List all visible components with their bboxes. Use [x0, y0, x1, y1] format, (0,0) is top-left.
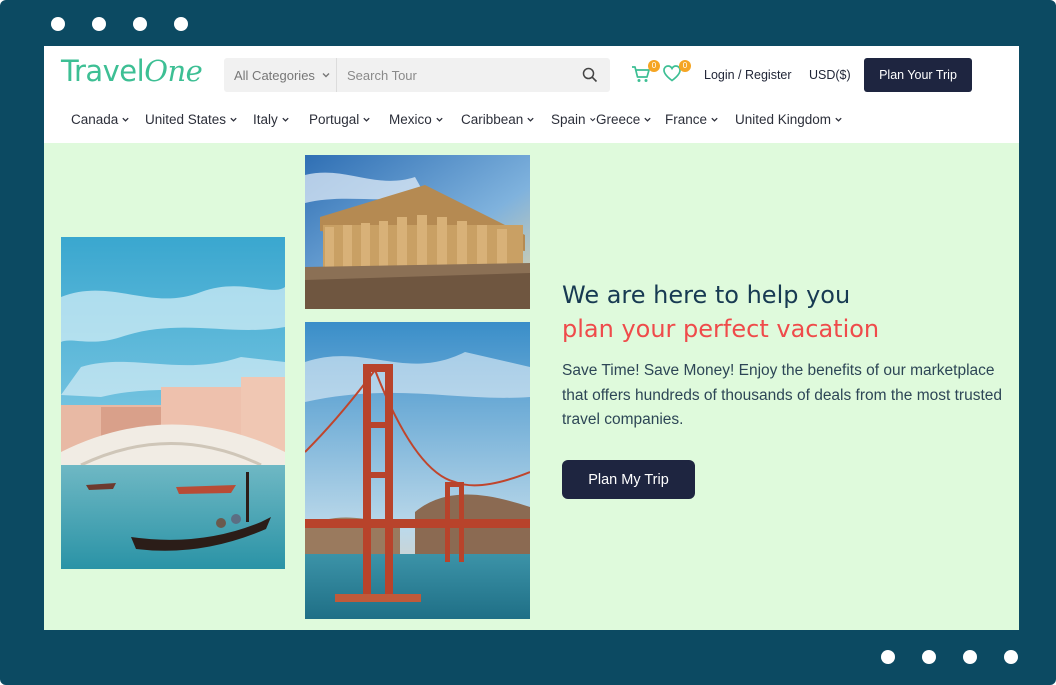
- nav-item-portugal[interactable]: Portugal: [309, 110, 389, 128]
- cart-button[interactable]: 0: [631, 60, 660, 85]
- frame-dot: [174, 17, 188, 31]
- search-button[interactable]: [570, 58, 610, 92]
- nav-item-france[interactable]: France: [665, 110, 735, 128]
- cart-count-badge: 0: [648, 60, 660, 72]
- plan-your-trip-button[interactable]: Plan Your Trip: [864, 58, 972, 92]
- nav-item-canada[interactable]: Canada: [71, 110, 145, 128]
- hero-subheadline: plan your perfect vacation: [562, 315, 880, 343]
- nav-item-greece[interactable]: Greece: [596, 110, 665, 128]
- chevron-down-icon: [436, 117, 443, 122]
- search-input[interactable]: [337, 58, 570, 92]
- frame-dot: [881, 650, 895, 664]
- nav-item-italy[interactable]: Italy: [253, 110, 309, 128]
- chevron-down-icon: [282, 117, 289, 122]
- wishlist-button[interactable]: 0: [663, 60, 691, 85]
- golden-gate-photo: [305, 322, 530, 619]
- chevron-down-icon: [835, 117, 842, 122]
- chevron-down-icon: [644, 117, 651, 122]
- currency-selector[interactable]: USD($): [809, 68, 851, 82]
- travelone-logo[interactable]: Travel One: [61, 54, 203, 90]
- frame-dot: [51, 17, 65, 31]
- hero-headline: We are here to help you: [562, 281, 851, 309]
- hero-description: Save Time! Save Money! Enjoy the benefit…: [562, 362, 1002, 428]
- nav-item-label: United States: [145, 111, 227, 127]
- nav-item-label: Greece: [596, 111, 641, 127]
- website-screen: TravelOne All Categories 0 0 Lo: [44, 46, 1019, 630]
- venice-photo: [61, 237, 285, 569]
- nav-item-united-states[interactable]: United States: [145, 110, 253, 128]
- chevron-down-icon: [322, 73, 330, 78]
- nav-item-label: France: [665, 111, 708, 127]
- nav-item-label: Portugal: [309, 111, 360, 127]
- category-select[interactable]: All Categories: [224, 58, 337, 92]
- nav-item-spain[interactable]: Spain: [551, 110, 596, 128]
- nav-item-caribbean[interactable]: Caribbean: [461, 110, 551, 128]
- nav-item-label: Caribbean: [461, 111, 524, 127]
- search-bar: All Categories: [224, 58, 610, 92]
- frame-dot: [92, 17, 106, 31]
- nav-item-united-kingdom[interactable]: United Kingdom: [735, 110, 850, 128]
- nav-item-label: Canada: [71, 111, 119, 127]
- chevron-down-icon: [230, 117, 237, 122]
- plan-my-trip-button[interactable]: Plan My Trip: [562, 460, 695, 499]
- chevron-down-icon: [589, 117, 595, 121]
- site-header: TravelOne All Categories 0 0 Lo: [44, 46, 1019, 143]
- frame-dot: [1004, 650, 1018, 664]
- wishlist-count-badge: 0: [679, 60, 691, 72]
- hero-copy: We are here to help you plan your perfec…: [562, 278, 1012, 433]
- destination-nav: Canada United States Italy Portugal Mexico Ca…: [71, 110, 850, 128]
- login-register-link[interactable]: Login / Register: [704, 68, 792, 82]
- nav-item-label: Spain: [551, 111, 586, 127]
- logo-text-one: One: [144, 54, 203, 88]
- nav-item-mexico[interactable]: Mexico: [389, 110, 461, 128]
- frame-dot: [922, 650, 936, 664]
- logo-text-travel: Travel: [61, 54, 145, 88]
- chevron-down-icon: [711, 117, 718, 122]
- frame-dot: [963, 650, 977, 664]
- chevron-down-icon: [363, 117, 370, 122]
- nav-item-label: United Kingdom: [735, 111, 832, 127]
- nav-item-label: Italy: [253, 111, 278, 127]
- chevron-down-icon: [527, 117, 534, 122]
- parthenon-photo: [305, 155, 530, 309]
- nav-item-label: Mexico: [389, 111, 432, 127]
- chevron-down-icon: [122, 117, 129, 122]
- device-frame: TravelOne All Categories 0 0 Lo: [0, 0, 1056, 685]
- search-icon: [582, 67, 598, 83]
- frame-dot: [133, 17, 147, 31]
- category-select-label: All Categories: [234, 67, 315, 83]
